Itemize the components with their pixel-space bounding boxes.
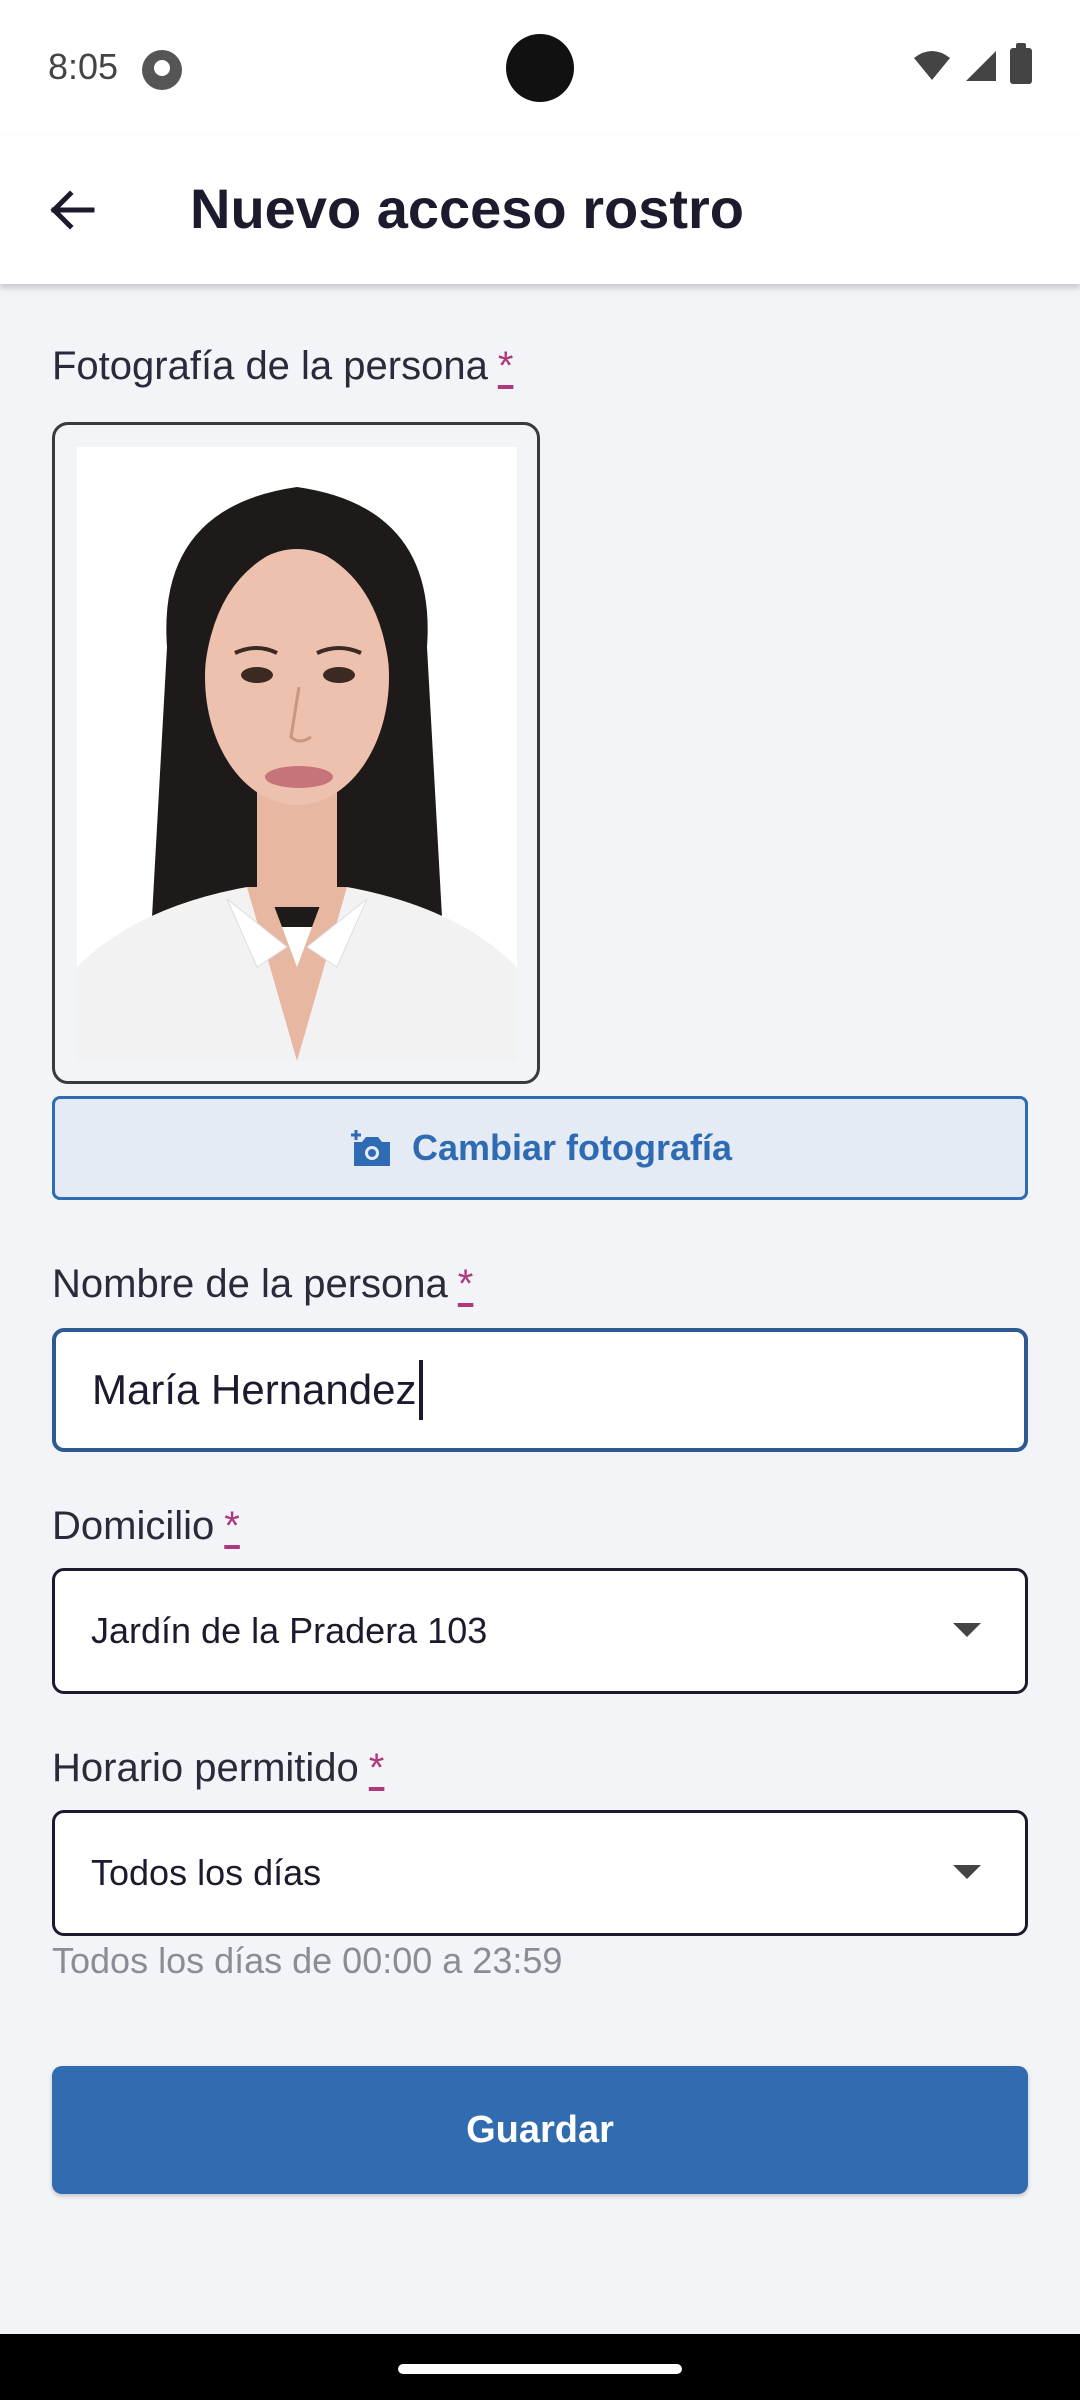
back-button[interactable] [36,174,108,246]
required-marker: * [224,1504,240,1548]
change-photo-label: Cambiar fotografía [411,1127,733,1168]
name-input-value: María Hernandez [92,1366,417,1413]
photo-label-text: Fotografía de la persona [52,344,488,388]
photo-frame[interactable] [52,422,540,1084]
text-caret [418,1360,423,1420]
address-label-text: Domicilio [52,1504,215,1548]
battery-icon [1010,43,1032,84]
name-label-text: Nombre de la persona [52,1262,448,1306]
person-photo [77,447,517,1061]
required-marker: * [497,344,514,388]
system-nav-bar [0,2334,1080,2400]
signal-icon [966,51,996,81]
schedule-helper-text: Todos los días de 00:00 a 23:59 [52,1940,563,1981]
required-marker: * [368,1746,385,1790]
page-title: Nuevo acceso rostro [190,177,744,240]
schedule-label-text: Horario permitido [52,1746,359,1790]
schedule-label: Horario permitido * [52,1746,384,1791]
schedule-selected-value: Todos los días [91,1852,322,1893]
vpn-icon [142,50,182,90]
home-indicator[interactable] [398,2364,682,2374]
add-photo-icon [350,1130,390,1166]
name-input[interactable]: María Hernandez [52,1328,1028,1452]
status-icons [912,43,1032,86]
address-label: Domicilio * [52,1504,240,1549]
name-label: Nombre de la persona * [52,1262,473,1307]
status-bar: 8:05 [0,0,1080,136]
required-marker: * [457,1262,474,1306]
address-selected-value: Jardín de la Pradera 103 [91,1610,488,1651]
change-photo-button[interactable]: Cambiar fotografía [52,1096,1028,1200]
photo-label: Fotografía de la persona * [52,344,513,389]
dropdown-arrow-icon [953,1623,981,1637]
app-bar: Nuevo acceso rostro [0,136,1080,284]
save-button[interactable]: Guardar [52,2066,1028,2194]
camera-cutout [506,34,574,102]
wifi-icon [914,51,950,80]
address-select[interactable]: Jardín de la Pradera 103 [52,1568,1028,1694]
schedule-select[interactable]: Todos los días [52,1810,1028,1936]
back-arrow-icon [50,190,95,230]
status-time: 8:05 [48,46,119,87]
dropdown-arrow-icon [953,1865,981,1879]
